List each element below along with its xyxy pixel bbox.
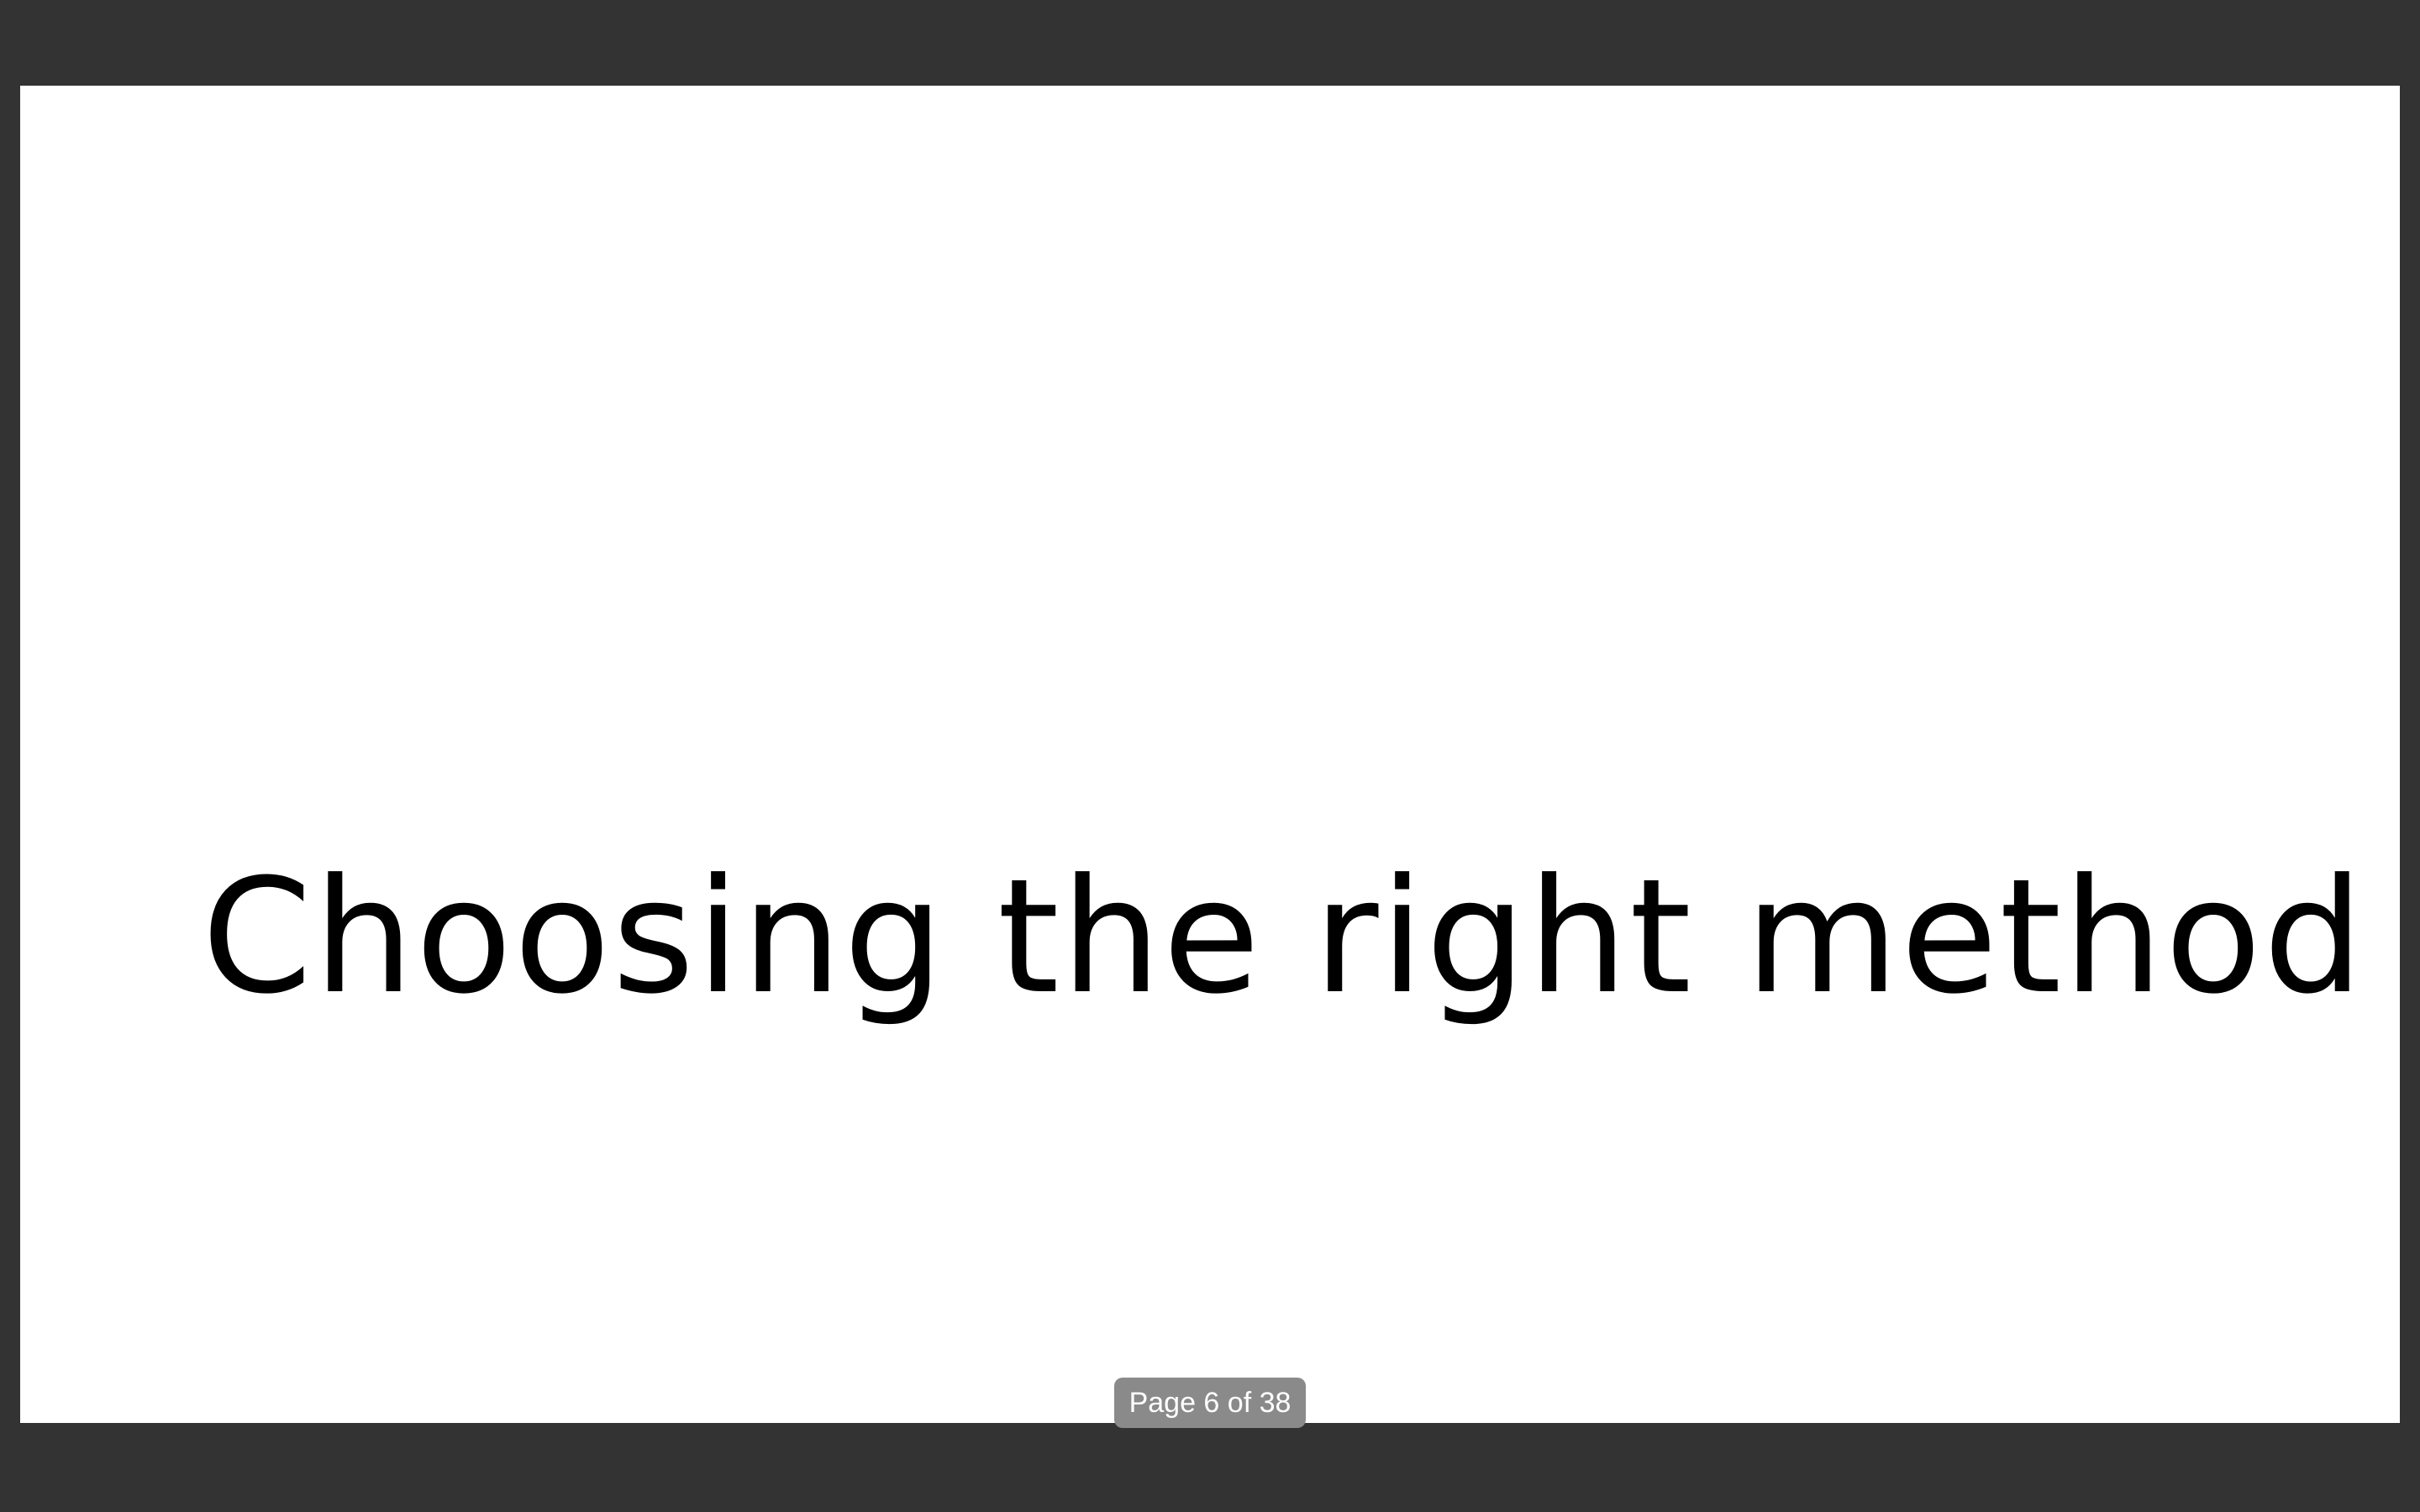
slide-page: Choosing the right method <box>20 86 2400 1423</box>
document-viewer: Choosing the right method Page 6 of 38 <box>0 0 2420 1512</box>
slide-title: Choosing the right method <box>202 845 2365 1029</box>
page-indicator: Page 6 of 38 <box>1114 1378 1306 1428</box>
